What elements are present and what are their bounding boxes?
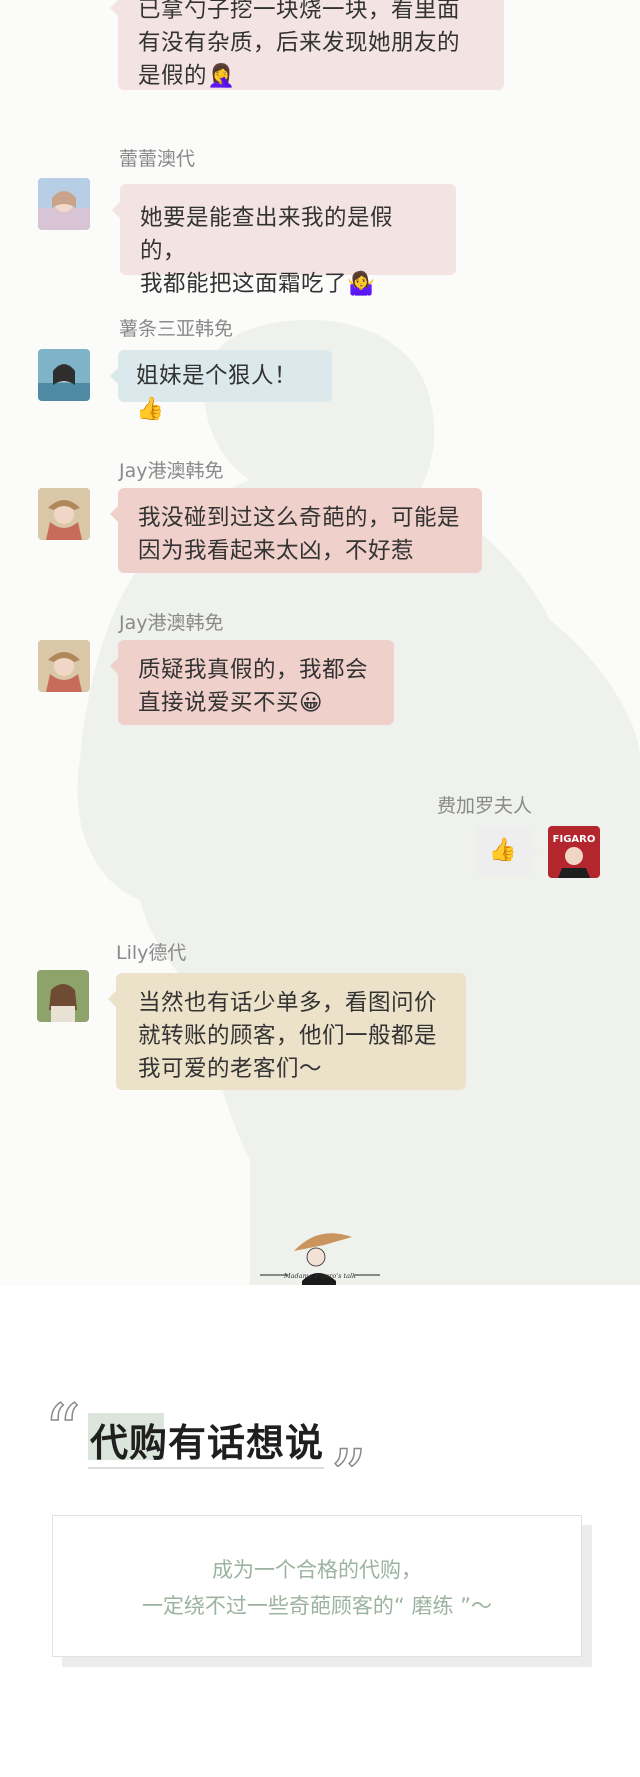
avatar-image	[38, 640, 90, 692]
message-line: 是假的🤦‍♀️	[138, 63, 236, 89]
message-line: 姐妹是个狠人！👍	[136, 363, 298, 422]
sender-name: 蕾蕾澳代	[119, 148, 196, 170]
message-bubble: 👍	[475, 826, 539, 876]
message-line: 直接说爱买不买😀	[138, 690, 323, 716]
message-line: 有没有杂质，后来发现她朋友的	[138, 30, 461, 56]
card-line: 成为一个合格的代购，	[212, 1558, 422, 1582]
avatar[interactable]	[38, 178, 90, 230]
avatar-image	[38, 349, 90, 401]
message-line: 就转账的顾客，他们一般都是	[138, 1023, 438, 1049]
brand-logo: Madame Figaro's talk	[260, 1233, 380, 1285]
avatar[interactable]: FIGARO	[548, 826, 600, 878]
message-line: 质疑我真假的，我都会	[138, 657, 369, 683]
sender-name: 薯条三亚韩免	[119, 318, 234, 340]
avatar-badge: FIGARO	[553, 834, 596, 845]
avatar-image	[37, 970, 89, 1022]
avatar-image	[38, 488, 90, 540]
card-line: 一定绕不过一些奇葩顾客的“ 磨练 ”～	[141, 1594, 493, 1618]
message-line: 她要是能查出来我的是假的，	[140, 205, 394, 264]
avatar[interactable]	[38, 349, 90, 401]
message-bubble: 我没碰到过这么奇葩的，可能是 因为我看起来太凶，不好惹	[110, 488, 482, 573]
heading-underline	[88, 1467, 324, 1469]
avatar-image: FIGARO	[548, 826, 600, 878]
message-line: 因为我看起来太凶，不好惹	[138, 538, 415, 564]
avatar[interactable]	[38, 488, 90, 540]
message-bubble: 质疑我真假的，我都会 直接说爱买不买😀	[110, 640, 394, 725]
sender-name: Lily德代	[116, 942, 187, 964]
avatar[interactable]	[38, 640, 90, 692]
message-line: 我可爱的老客们～	[138, 1056, 323, 1082]
quote-open-mark: “	[43, 1389, 81, 1473]
avatar[interactable]	[37, 970, 89, 1022]
avatar-image	[38, 178, 90, 230]
message-bubble: 已拿勺子挖一块烧一块，看里面 有没有杂质，后来发现她朋友的 是假的🤦‍♀️	[110, 0, 504, 90]
message-bubble: 当然也有话少单多，看图问价 就转账的顾客，他们一般都是 我可爱的老客们～	[108, 973, 466, 1090]
sender-name: Jay港澳韩免	[119, 460, 224, 482]
chat-area: 已拿勺子挖一块烧一块，看里面 有没有杂质，后来发现她朋友的 是假的🤦‍♀️ 蕾蕾…	[0, 0, 640, 1285]
message-line: 我都能把这面霜吃了🤷‍♀️	[140, 271, 376, 297]
message-line: 👍	[488, 837, 518, 863]
message-bubble: 姐妹是个狠人！👍	[110, 350, 332, 422]
quote-close-mark: ”	[329, 1434, 367, 1518]
sender-name: 费加罗夫人	[437, 795, 533, 817]
message-line: 我没碰到过这么奇葩的，可能是	[138, 505, 461, 531]
sender-name: Jay港澳韩免	[119, 612, 224, 634]
intro-card: 成为一个合格的代购， 一定绕不过一些奇葩顾客的“ 磨练 ”～	[52, 1515, 582, 1657]
message-bubble: 她要是能查出来我的是假的， 我都能把这面霜吃了🤷‍♀️	[112, 184, 456, 297]
message-line: 当然也有话少单多，看图问价	[138, 990, 438, 1016]
brand-tagline: Madame Figaro's talk	[283, 1272, 356, 1280]
message-line: 已拿勺子挖一块烧一块，看里面	[138, 0, 461, 23]
section-heading: 代购有话想说	[90, 1421, 325, 1465]
